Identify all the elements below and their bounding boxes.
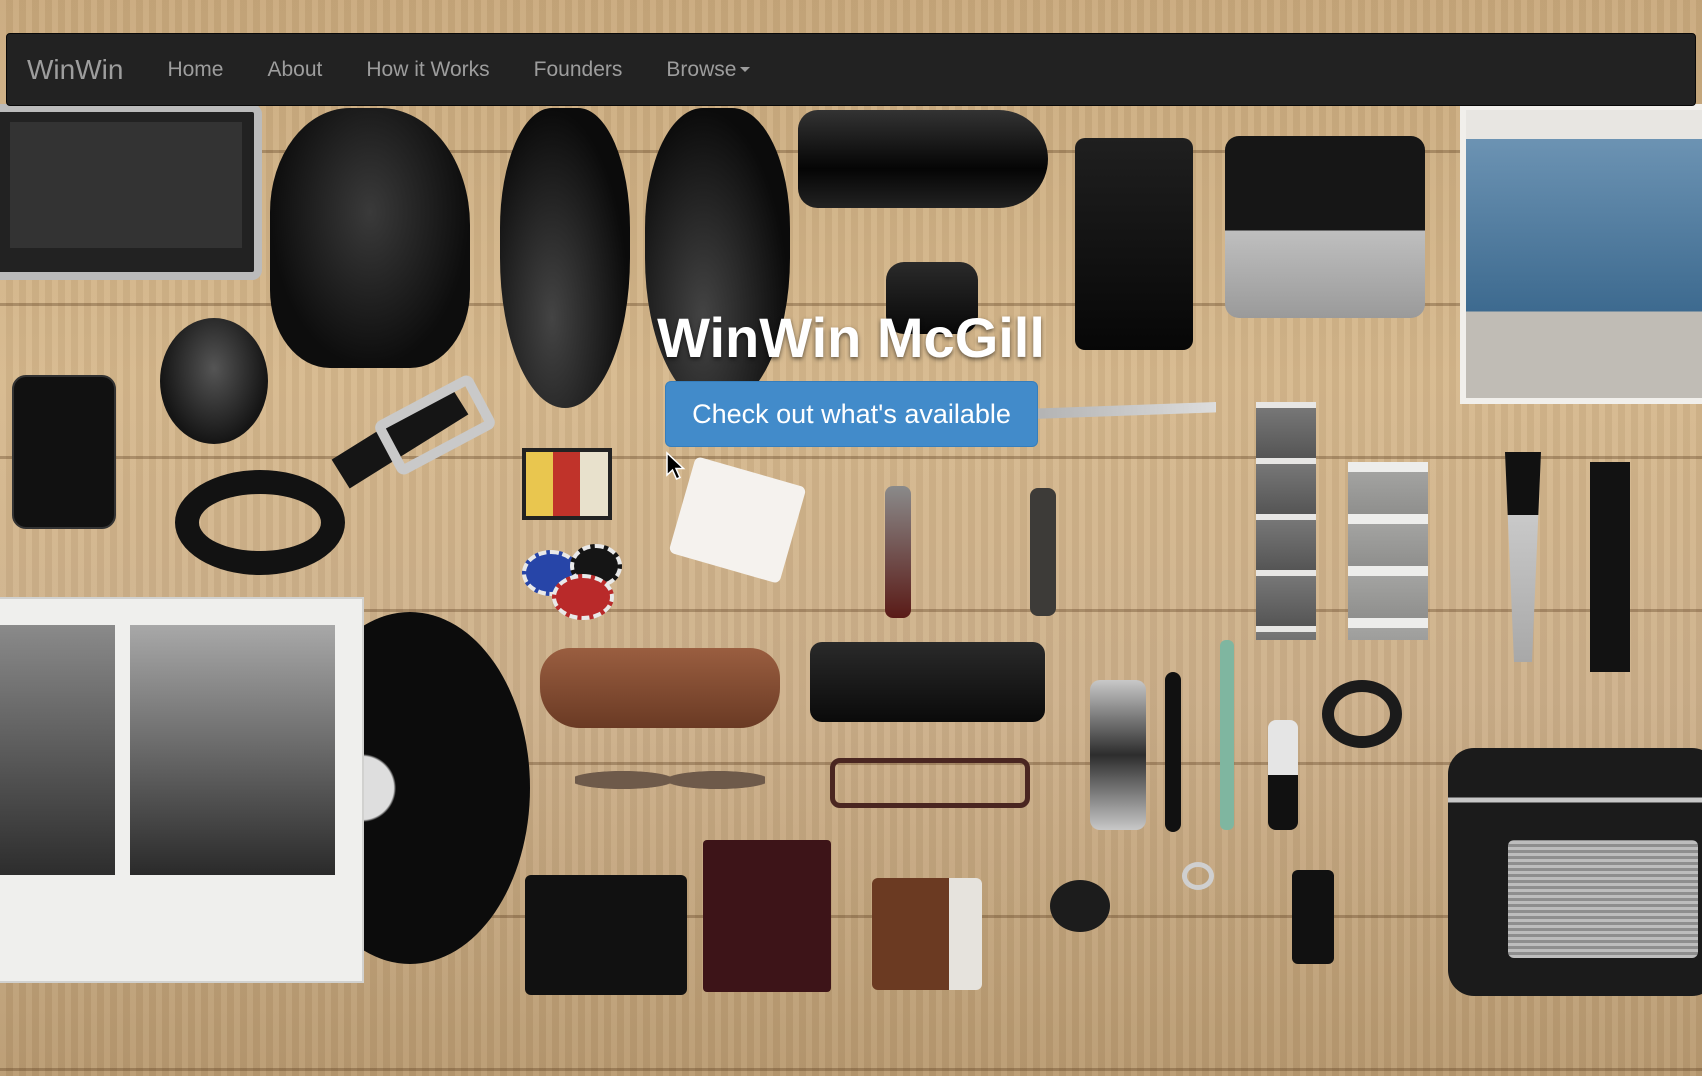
belt-coil-image bbox=[175, 470, 345, 575]
navbar: WinWin Home About How it Works Founders … bbox=[6, 33, 1696, 106]
photo-strip-image bbox=[1348, 462, 1428, 640]
tablet-image bbox=[0, 104, 262, 280]
mouse-pointer-icon bbox=[666, 451, 686, 480]
pocket-knife-image bbox=[1030, 488, 1056, 616]
phone-image bbox=[12, 375, 116, 529]
sunglasses-case-image bbox=[540, 648, 780, 728]
nav-item-browse-dropdown[interactable]: Browse bbox=[666, 57, 751, 82]
keys-image bbox=[1050, 880, 1110, 932]
rubiks-cube-image bbox=[522, 448, 612, 520]
caret-down-icon bbox=[740, 67, 751, 72]
passport-image bbox=[703, 840, 831, 992]
radio-image bbox=[1448, 748, 1702, 996]
album-portrait-image bbox=[0, 625, 115, 875]
wallet-image bbox=[525, 875, 687, 995]
playing-cards-image bbox=[668, 456, 807, 584]
pencil-image bbox=[1220, 640, 1234, 830]
poker-chip-image bbox=[552, 574, 614, 620]
scissors-image bbox=[1505, 452, 1541, 662]
nav-item-founders[interactable]: Founders bbox=[534, 58, 623, 82]
tape-roll-image bbox=[1322, 680, 1402, 748]
comb-image bbox=[1590, 462, 1630, 672]
corkscrew-image bbox=[885, 486, 911, 618]
nav-item-how-it-works[interactable]: How it Works bbox=[366, 58, 489, 82]
nav-item-browse-label: Browse bbox=[666, 57, 737, 81]
photo-strip-image bbox=[1256, 402, 1316, 640]
glasses-case-image bbox=[810, 642, 1045, 722]
camera-lens-image bbox=[798, 110, 1048, 208]
eyeglasses-image bbox=[830, 758, 1030, 808]
ring-image bbox=[1182, 862, 1214, 890]
lighter-image bbox=[1292, 870, 1334, 964]
album-portrait-image bbox=[130, 625, 335, 875]
pen-image bbox=[1165, 672, 1181, 832]
nav-item-home[interactable]: Home bbox=[167, 58, 223, 82]
wristwatch-image bbox=[1090, 680, 1146, 830]
hero-title: WinWin McGill bbox=[657, 306, 1045, 369]
wallet-image bbox=[872, 878, 982, 990]
polaroid-camera-image bbox=[1225, 136, 1425, 318]
check-out-available-button[interactable]: Check out what's available bbox=[665, 381, 1038, 447]
sunglasses-image bbox=[575, 755, 765, 805]
background-photo bbox=[0, 0, 1702, 1076]
navbar-brand[interactable]: WinWin bbox=[27, 54, 123, 86]
marker-image bbox=[1268, 720, 1298, 830]
nav-item-about[interactable]: About bbox=[267, 58, 322, 82]
